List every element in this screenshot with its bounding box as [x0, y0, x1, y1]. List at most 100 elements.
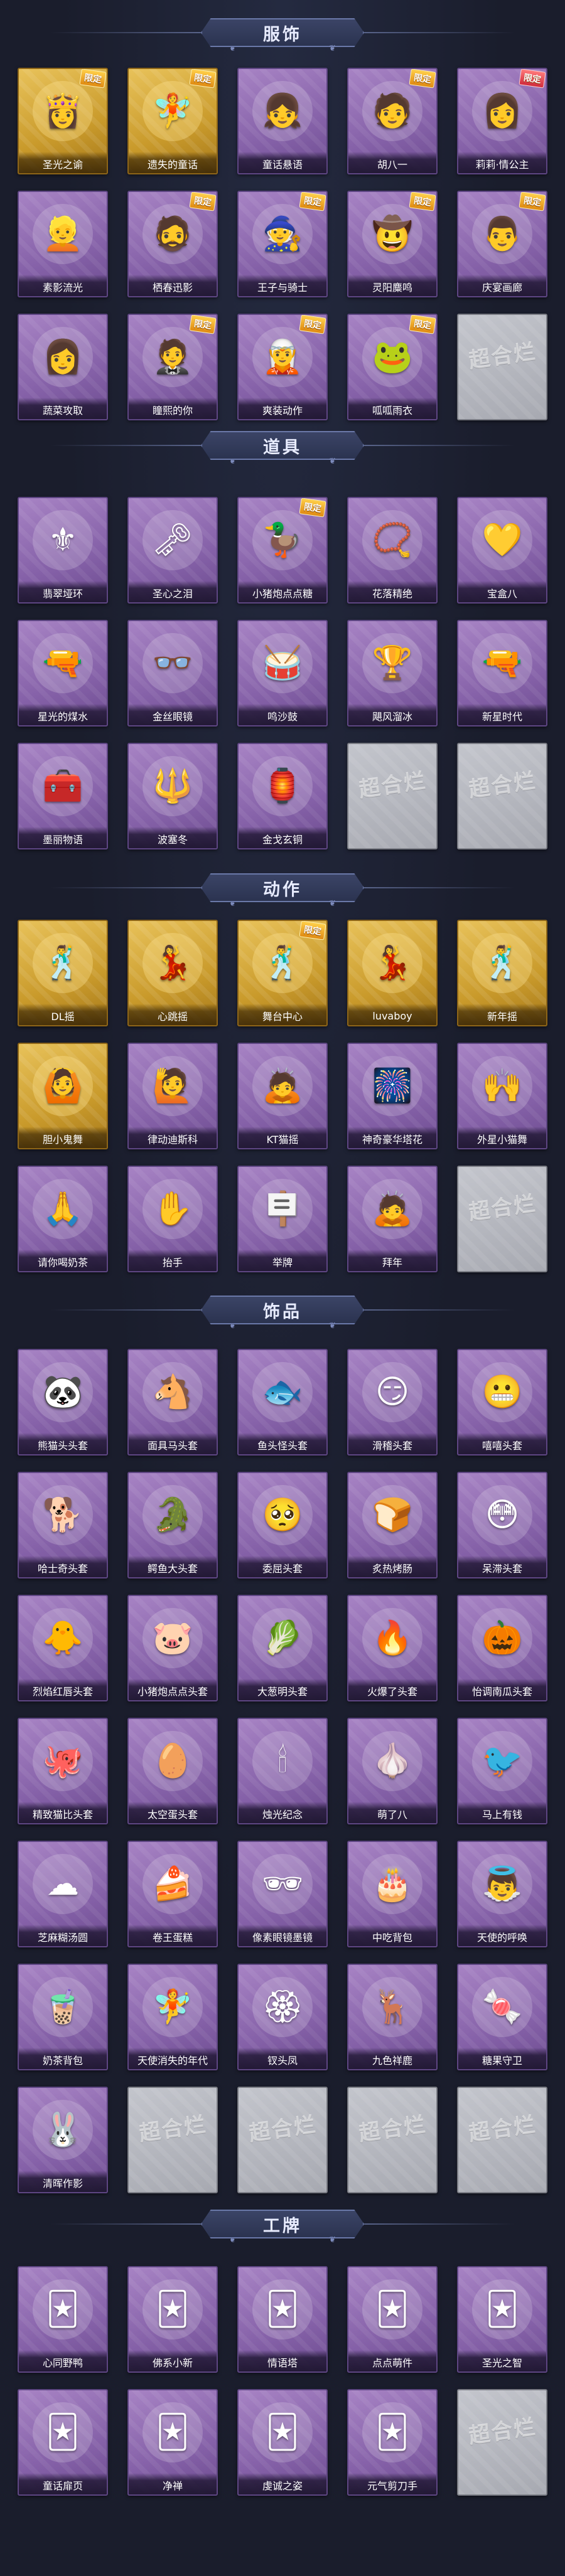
drum-icon: 🥁: [252, 633, 313, 693]
item-card[interactable]: 🕶 像素眼镜墨镜: [237, 1841, 328, 1947]
item-card[interactable]: 👸 限定 圣光之谕: [18, 68, 108, 174]
item-card[interactable]: 🔱 波塞冬: [127, 743, 218, 849]
item-card[interactable]: 🙏 请你喝奶茶: [18, 1166, 108, 1272]
item-card[interactable]: 🧚 限定 遗失的童话: [127, 68, 218, 174]
item-card[interactable]: 👓 金丝眼镜: [127, 620, 218, 726]
empty-slot-card[interactable]: 超合烂: [347, 743, 438, 849]
item-card[interactable]: 👱 素影流光: [18, 191, 108, 297]
item-card[interactable]: 🔫 星光的煤水: [18, 620, 108, 726]
item-card[interactable]: 😬 嘻嘻头套: [457, 1349, 547, 1456]
item-card[interactable]: 📿 花落精绝: [347, 497, 438, 604]
item-card[interactable]: 🎂 中吃背包: [347, 1841, 438, 1947]
item-name: 马上有钱: [458, 1802, 546, 1823]
item-card[interactable]: 🐊 鳄鱼大头套: [127, 1472, 218, 1578]
item-card[interactable]: 💛 宝盒八: [457, 497, 547, 604]
item-card[interactable]: 🍬 糖果守卫: [457, 1964, 547, 2070]
item-card[interactable]: 🧰 墨丽物语: [18, 743, 108, 849]
empty-slot-card[interactable]: 超合烂: [457, 314, 547, 420]
item-card[interactable]: 💃 luvaboy: [347, 920, 438, 1026]
item-card[interactable]: 🧔 限定 栖春迅影: [127, 191, 218, 297]
item-card[interactable]: 🃏 净禅: [127, 2389, 218, 2496]
item-card[interactable]: 🐥 烈焰红唇头套: [18, 1595, 108, 1701]
item-name: 墨丽物语: [19, 827, 107, 848]
item-card[interactable]: 🐸 限定 呱呱雨衣: [347, 314, 438, 420]
item-card[interactable]: 🧄 萌了八: [347, 1718, 438, 1824]
item-card[interactable]: 🕺 DL摇: [18, 920, 108, 1026]
item-card[interactable]: 🐰 清晖作影: [18, 2087, 108, 2193]
item-card[interactable]: 👼 天使的呼唤: [457, 1841, 547, 1947]
item-card[interactable]: 🃏 点点萌件: [347, 2266, 438, 2373]
empty-slot-card[interactable]: 超合烂: [127, 2087, 218, 2193]
item-card[interactable]: 😏 滑稽头套: [347, 1349, 438, 1456]
item-card[interactable]: 🐟 鱼头怪头套: [237, 1349, 328, 1456]
item-card[interactable]: 🐷 小猪炮点点头套: [127, 1595, 218, 1701]
empty-slot-card[interactable]: 超合烂: [237, 2087, 328, 2193]
item-card[interactable]: 🗝 圣心之泪: [127, 497, 218, 604]
item-card[interactable]: 🃏 童话扉页: [18, 2389, 108, 2496]
item-card[interactable]: 🃏 心同野鸭: [18, 2266, 108, 2373]
item-card[interactable]: 🧑 限定 胡八一: [347, 68, 438, 174]
item-card[interactable]: 🧋 奶茶背包: [18, 1964, 108, 2070]
item-card[interactable]: 🏮 金戈玄铜: [237, 743, 328, 849]
item-art: 👩: [25, 320, 100, 394]
item-card[interactable]: 🥬 大葱明头套: [237, 1595, 328, 1701]
empty-slot-card[interactable]: 超合烂: [347, 2087, 438, 2193]
item-card[interactable]: 👨 限定 庆宴画廊: [457, 191, 547, 297]
item-name: 烛光纪念: [239, 1802, 326, 1823]
item-card[interactable]: 👧 童话悬语: [237, 68, 328, 174]
item-card[interactable]: 🐙 精致猫比头套: [18, 1718, 108, 1824]
item-card[interactable]: 🤠 限定 灵阳麋鸣: [347, 191, 438, 297]
empty-slot-card[interactable]: 超合烂: [457, 2087, 547, 2193]
item-card[interactable]: 🏵 钗头凤: [237, 1964, 328, 2070]
item-card[interactable]: 🔫 新星时代: [457, 620, 547, 726]
item-card[interactable]: 🃏 圣光之智: [457, 2266, 547, 2373]
item-card[interactable]: 🃏 佛系小新: [127, 2266, 218, 2373]
item-card[interactable]: 🐦 马上有钱: [457, 1718, 547, 1824]
item-card[interactable]: 🧚 天使消失的年代: [127, 1964, 218, 2070]
item-card[interactable]: 🙇 拜年: [347, 1166, 438, 1272]
item-card[interactable]: 🙋 律动迪斯科: [127, 1043, 218, 1149]
empty-slot-card[interactable]: 超合烂: [457, 743, 547, 849]
item-card[interactable]: 🕺 限定 舞台中心: [237, 920, 328, 1026]
item-card[interactable]: 🕯 烛光纪念: [237, 1718, 328, 1824]
item-art: 🦌: [355, 1970, 430, 2044]
item-card[interactable]: 🙌 外星小猫舞: [457, 1043, 547, 1149]
item-card[interactable]: 💃 心跳摇: [127, 920, 218, 1026]
item-card[interactable]: 🍰 卷王蛋糕: [127, 1841, 218, 1947]
item-card[interactable]: 🍞 炙热烤肠: [347, 1472, 438, 1578]
section-title-plate: 工牌: [201, 2210, 364, 2238]
item-card[interactable]: ☁ 芝麻糊汤圆: [18, 1841, 108, 1947]
item-card[interactable]: 🐕 哈士奇头套: [18, 1472, 108, 1578]
item-card[interactable]: 🤵 限定 瞳熙的你: [127, 314, 218, 420]
item-card[interactable]: 🦌 九色祥鹿: [347, 1964, 438, 2070]
item-card[interactable]: 🦆 限定 小猪炮点点糖: [237, 497, 328, 604]
item-card[interactable]: 🃏 情语塔: [237, 2266, 328, 2373]
item-card[interactable]: 🎆 神奇豪华塔花: [347, 1043, 438, 1149]
empty-slot-card[interactable]: 超合烂: [457, 1166, 547, 1272]
item-card[interactable]: 🥁 鸣沙鼓: [237, 620, 328, 726]
limited-badge: 限定: [299, 498, 326, 518]
item-card[interactable]: 🐴 面具马头套: [127, 1349, 218, 1456]
item-card[interactable]: 🙇 KT猫摇: [237, 1043, 328, 1149]
item-card[interactable]: ✋ 抬手: [127, 1166, 218, 1272]
item-card[interactable]: 🥚 太空蛋头套: [127, 1718, 218, 1824]
item-card[interactable]: 🕺 新年摇: [457, 920, 547, 1026]
item-card[interactable]: 🏆 飓风溜冰: [347, 620, 438, 726]
item-card[interactable]: 👩 蔬菜攻取: [18, 314, 108, 420]
item-card[interactable]: 🎃 怡调南瓜头套: [457, 1595, 547, 1701]
item-card[interactable]: 🃏 虔诚之姿: [237, 2389, 328, 2496]
item-card[interactable]: 🧙 限定 王子与骑士: [237, 191, 328, 297]
item-card[interactable]: ⚜ 翡翠垭环: [18, 497, 108, 604]
item-card[interactable]: 😳 呆滞头套: [457, 1472, 547, 1578]
item-card[interactable]: 🔥 火爆了头套: [347, 1595, 438, 1701]
empty-slot-card[interactable]: 超合烂: [457, 2389, 547, 2496]
item-card[interactable]: 🃏 元气剪刀手: [347, 2389, 438, 2496]
item-card[interactable]: 🙆 胆小鬼舞: [18, 1043, 108, 1149]
girl-portrait: 🤵: [143, 327, 203, 387]
item-card[interactable]: 👩 限定 莉莉·情公主: [457, 68, 547, 174]
item-card[interactable]: 🐼 熊猫头头套: [18, 1349, 108, 1456]
item-card[interactable]: 🧝 限定 爽装动作: [237, 314, 328, 420]
item-card[interactable]: 🥺 委屈头套: [237, 1472, 328, 1578]
item-name: 花落精绝: [348, 581, 436, 602]
item-card[interactable]: 🪧 举牌: [237, 1166, 328, 1272]
